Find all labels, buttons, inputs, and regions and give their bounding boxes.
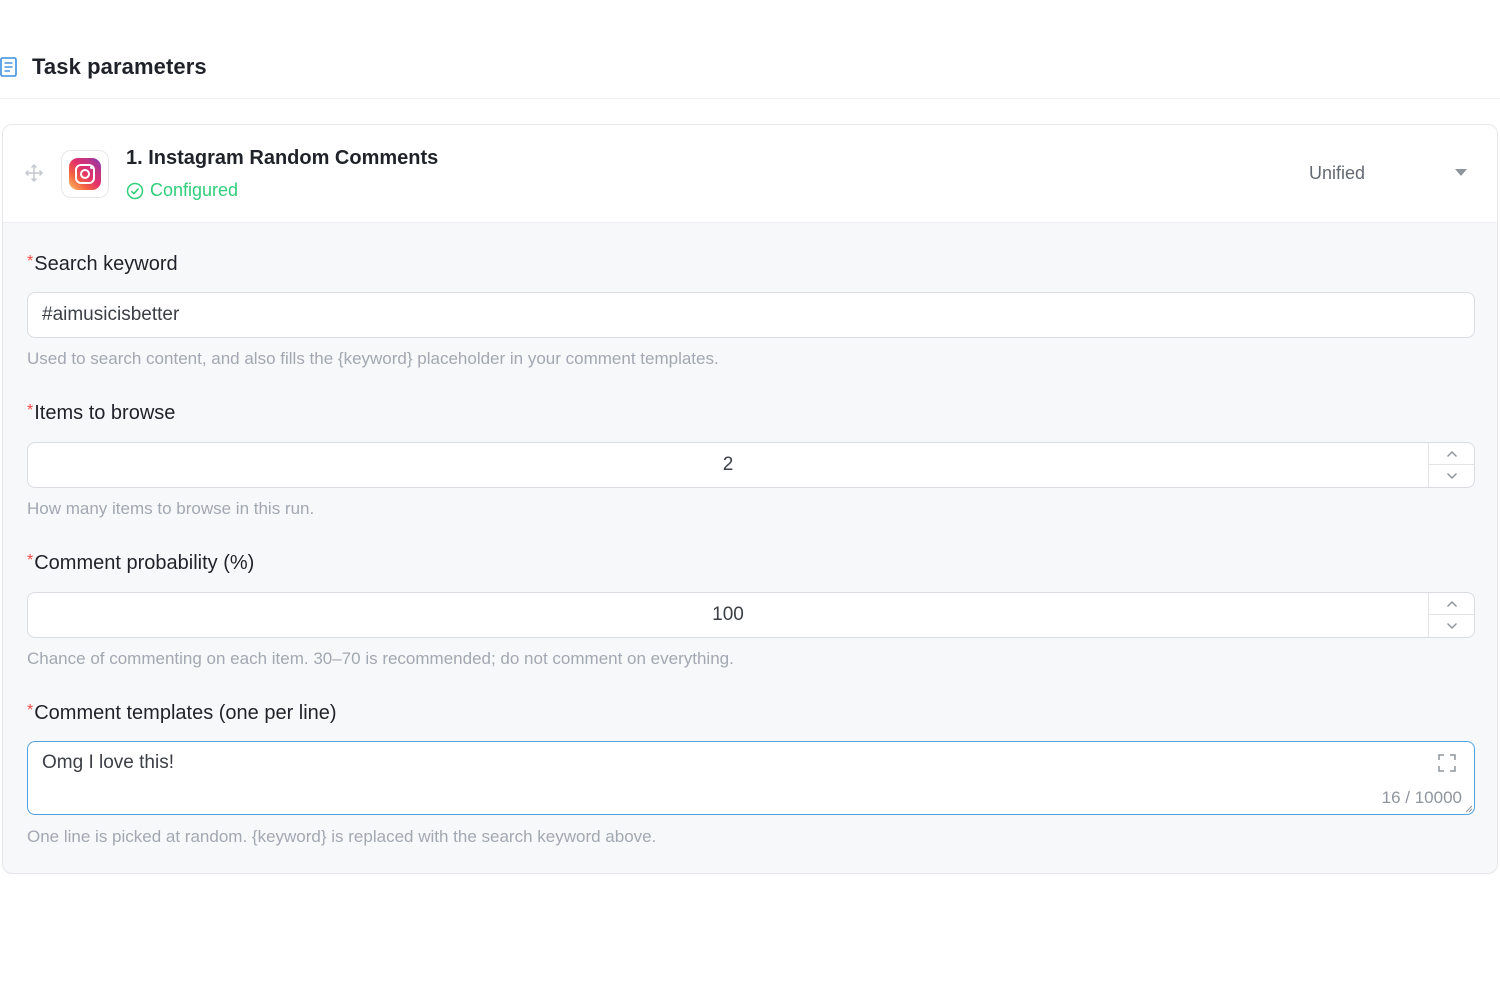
character-counter: 16 / 10000: [1381, 788, 1462, 807]
items-stepper: [1428, 443, 1474, 487]
mode-value: Unified: [1309, 162, 1366, 183]
comment-templates-hint: One line is picked at random. {keyword} …: [27, 827, 657, 846]
comment-templates-field: Omg I love this! 16 / 10000: [27, 741, 1475, 815]
task-card: 1. Instagram Random Comments Configured …: [2, 124, 1498, 874]
task-card-header: 1. Instagram Random Comments Configured …: [3, 125, 1497, 223]
comment-templates-label: *Comment templates (one per line): [27, 702, 337, 724]
search-keyword-input[interactable]: [27, 292, 1475, 338]
instagram-icon: [69, 158, 101, 190]
chevron-up-icon: [1446, 450, 1457, 457]
mode-select[interactable]: Unified: [1303, 157, 1475, 189]
resize-handle-icon[interactable]: [1465, 805, 1473, 813]
items-to-browse-input[interactable]: [28, 443, 1428, 487]
check-circle-icon: [126, 182, 144, 199]
status-text: Configured: [150, 180, 239, 200]
header-divider: [0, 98, 1500, 99]
search-keyword-label: *Search keyword: [27, 253, 178, 275]
items-increment-button[interactable]: [1429, 443, 1474, 465]
items-to-browse-label: *Items to browse: [27, 402, 176, 424]
page-title: Task parameters: [32, 54, 207, 79]
comment-probability-input[interactable]: [28, 593, 1428, 637]
items-to-browse-hint: How many items to browse in this run.: [27, 499, 315, 518]
search-keyword-hint: Used to search content, and also fills t…: [27, 349, 719, 368]
chevron-up-icon: [1446, 600, 1457, 607]
probability-increment-button[interactable]: [1429, 593, 1474, 615]
items-to-browse-field: [27, 442, 1475, 488]
comment-templates-textarea[interactable]: Omg I love this!: [28, 742, 1428, 792]
expand-icon[interactable]: [1438, 754, 1456, 772]
chevron-down-icon: [1446, 622, 1457, 630]
status-badge: Configured: [126, 180, 238, 201]
comment-probability-field: [27, 592, 1475, 638]
page-header: Task parameters: [0, 48, 1500, 88]
probability-decrement-button[interactable]: [1429, 615, 1474, 637]
items-decrement-button[interactable]: [1429, 465, 1474, 487]
drag-handle-icon[interactable]: [24, 163, 44, 183]
comment-probability-label: *Comment probability (%): [27, 552, 255, 574]
comment-probability-hint: Chance of commenting on each item. 30–70…: [27, 649, 734, 668]
caret-down-icon: [1455, 169, 1467, 176]
chevron-down-icon: [1446, 472, 1457, 480]
document-icon: [0, 57, 17, 77]
probability-stepper: [1428, 593, 1474, 637]
task-title: 1. Instagram Random Comments: [126, 147, 439, 169]
app-icon-container: [61, 150, 109, 198]
